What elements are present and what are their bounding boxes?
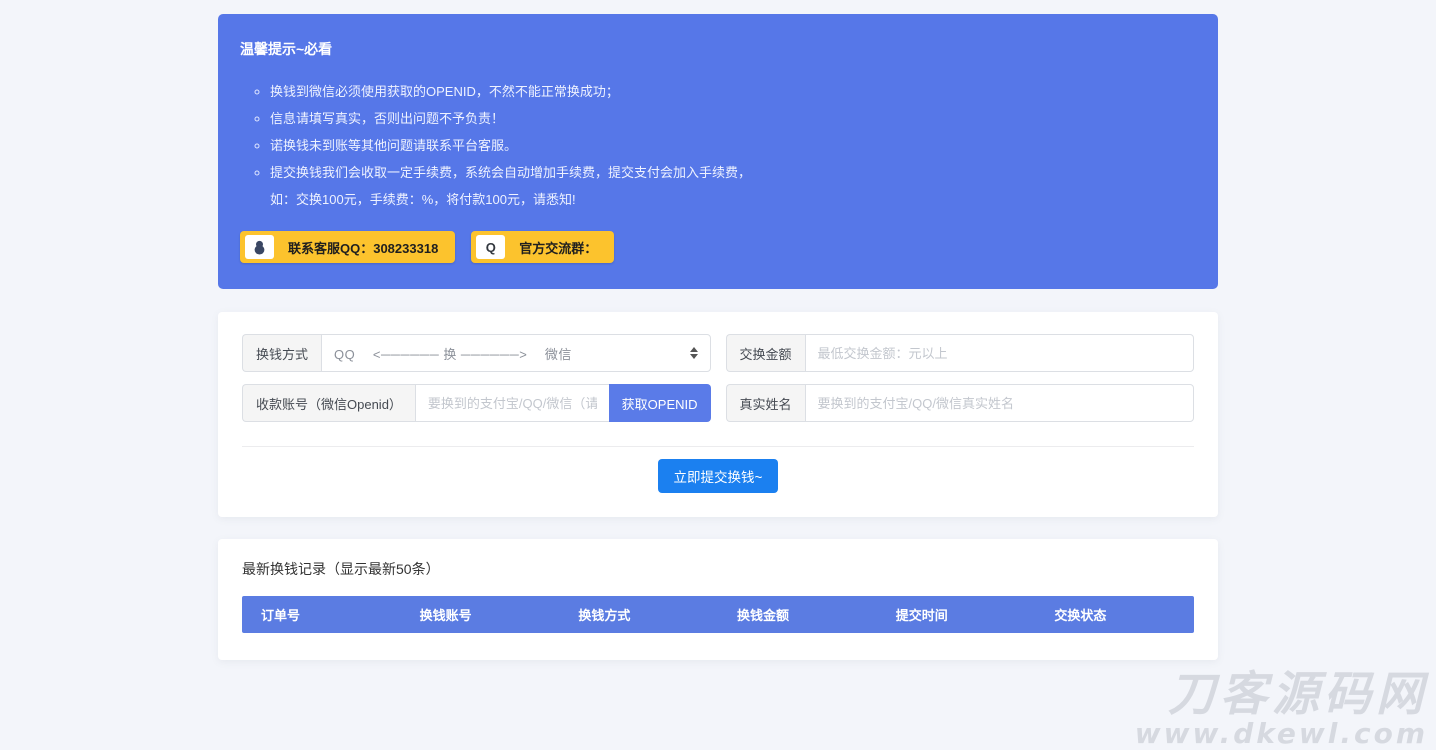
watermark-site-name: 刀客源码网 (1135, 669, 1428, 718)
contact-qq-button[interactable]: 联系客服QQ：308233318 (240, 231, 455, 263)
notice-item: 提交换钱我们会收取一定手续费，系统会自动增加手续费，提交支付会加入手续费， 如：… (270, 159, 1196, 213)
records-card: 最新换钱记录（显示最新50条） 订单号 换钱账号 换钱方式 换钱金额 提交时间 … (218, 539, 1218, 660)
method-label: 换钱方式 (242, 334, 321, 372)
notice-list: 换钱到微信必须使用获取的OPENID，不然不能正常换成功； 信息请填写真实，否则… (240, 78, 1196, 213)
realname-label: 真实姓名 (726, 384, 805, 422)
method-field-group: 换钱方式 QQ <────── 换 ──────> 微信 (242, 334, 711, 372)
contact-qq-label: 联系客服QQ：308233318 (288, 238, 438, 257)
col-exchange-status: 交换状态 (1035, 605, 1194, 624)
amount-input[interactable] (805, 334, 1194, 372)
official-group-button[interactable]: Q 官方交流群： (471, 231, 614, 263)
account-field-group: 收款账号（微信Openid） 获取OPENID (242, 384, 711, 422)
qq-penguin-icon (245, 235, 274, 259)
site-watermark: 刀客源码网 www.dkewl.com (1135, 669, 1428, 748)
col-submit-time: 提交时间 (877, 605, 1036, 624)
select-caret-icon (690, 347, 698, 359)
realname-field-group: 真实姓名 (726, 384, 1195, 422)
amount-label: 交换金额 (726, 334, 805, 372)
col-order-id: 订单号 (242, 605, 401, 624)
watermark-site-url: www.dkewl.com (1135, 719, 1428, 748)
realname-input[interactable] (805, 384, 1194, 422)
notice-item: 换钱到微信必须使用获取的OPENID，不然不能正常换成功； (270, 78, 1196, 105)
notice-item-continuation: 如：交换100元，手续费：%，将付款100元，请悉知! (270, 186, 1196, 213)
notice-item: 诺换钱未到账等其他问题请联系平台客服。 (270, 132, 1196, 159)
notice-title: 温馨提示~必看 (240, 39, 1196, 59)
method-selected-value: QQ <────── 换 ──────> 微信 (334, 344, 681, 363)
get-openid-button[interactable]: 获取OPENID (609, 384, 711, 422)
exchange-form-card: 换钱方式 QQ <────── 换 ──────> 微信 交换金额 收款账号（微… (218, 312, 1218, 517)
account-input[interactable] (415, 384, 609, 422)
official-group-label: 官方交流群： (519, 238, 597, 257)
notice-panel: 温馨提示~必看 换钱到微信必须使用获取的OPENID，不然不能正常换成功； 信息… (218, 14, 1218, 289)
col-exchange-account: 换钱账号 (401, 605, 560, 624)
form-grid: 换钱方式 QQ <────── 换 ──────> 微信 交换金额 收款账号（微… (242, 334, 1194, 422)
form-divider (242, 446, 1194, 447)
notice-buttons-row: 联系客服QQ：308233318 Q 官方交流群： (240, 231, 1196, 263)
records-table-header: 订单号 换钱账号 换钱方式 换钱金额 提交时间 交换状态 (242, 596, 1194, 633)
col-exchange-amount: 换钱金额 (718, 605, 877, 624)
amount-field-group: 交换金额 (726, 334, 1195, 372)
account-label: 收款账号（微信Openid） (242, 384, 415, 422)
qq-group-icon: Q (476, 235, 505, 259)
records-title: 最新换钱记录（显示最新50条） (242, 559, 1194, 579)
submit-row: 立即提交换钱~ (242, 459, 1194, 493)
notice-item: 信息请填写真实，否则出问题不予负责！ (270, 105, 1196, 132)
main-container: 温馨提示~必看 换钱到微信必须使用获取的OPENID，不然不能正常换成功； 信息… (218, 0, 1218, 660)
col-exchange-method: 换钱方式 (559, 605, 718, 624)
method-select[interactable]: QQ <────── 换 ──────> 微信 (321, 334, 710, 372)
submit-exchange-button[interactable]: 立即提交换钱~ (658, 459, 779, 493)
